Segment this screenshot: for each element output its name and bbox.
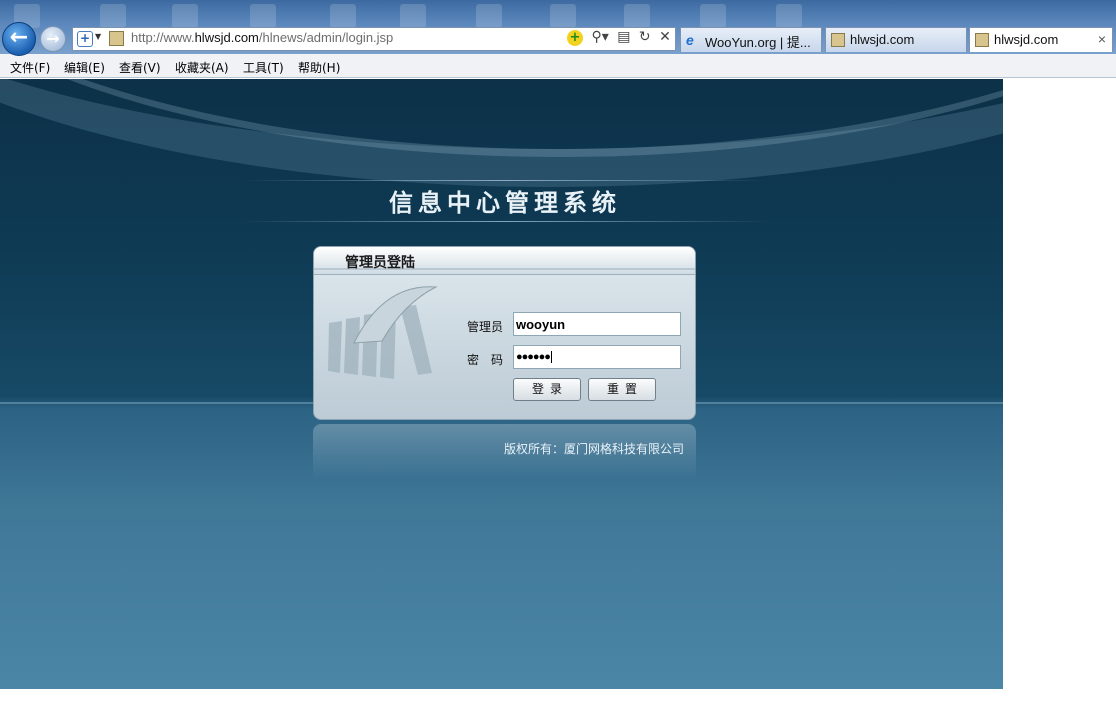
menu-favorites[interactable]: 收藏夹(A) bbox=[175, 59, 229, 76]
dropdown-arrow-icon[interactable]: ▼ bbox=[95, 32, 101, 41]
tab-label: hlwsjd.com bbox=[994, 32, 1059, 47]
back-button[interactable]: ← bbox=[2, 22, 36, 56]
username-input[interactable] bbox=[513, 312, 681, 336]
browser-toolbar: ← → + ▼ http://www.hlwsjd.com/hlnews/adm… bbox=[0, 0, 1116, 56]
taskbar-thumbnail bbox=[250, 4, 276, 28]
page-viewport: 信息中心管理系统 管理员登陆 管理员 密 码 ●●●●●● 登录 重置 版权所有… bbox=[0, 79, 1003, 689]
close-tab-icon[interactable]: × bbox=[1098, 31, 1106, 47]
reset-button[interactable]: 重置 bbox=[588, 378, 656, 401]
add-site-icon[interactable]: + bbox=[77, 31, 93, 47]
tab-hlwsjd-active[interactable]: hlwsjd.com × bbox=[969, 27, 1113, 52]
title-divider bbox=[240, 180, 770, 181]
taskbar-thumbnail bbox=[330, 4, 356, 28]
taskbar-thumbnail bbox=[400, 4, 426, 28]
password-label: 密 码 bbox=[467, 353, 504, 367]
taskbar-thumbnail bbox=[624, 4, 650, 28]
taskbar-thumbnail bbox=[700, 4, 726, 28]
stop-icon[interactable]: ✕ bbox=[659, 29, 671, 45]
image-icon bbox=[831, 33, 845, 47]
address-path: /hlnews/admin/login.jsp bbox=[258, 30, 394, 45]
address-url[interactable]: http://www.hlwsjd.com/hlnews/admin/login… bbox=[131, 30, 393, 45]
address-scheme: http://www. bbox=[131, 30, 195, 45]
forward-button[interactable]: → bbox=[40, 26, 66, 52]
tab-label: WooYun.org | 提... bbox=[705, 35, 811, 50]
arrow-right-icon: → bbox=[46, 29, 60, 48]
taskbar-thumbnail bbox=[476, 4, 502, 28]
username-label: 管理员 bbox=[467, 320, 504, 334]
password-input[interactable]: ●●●●●● bbox=[513, 345, 681, 369]
image-icon bbox=[975, 33, 989, 47]
page-icon[interactable]: ▤ bbox=[617, 29, 630, 45]
taskbar-thumbnail bbox=[172, 4, 198, 28]
arrow-left-icon: ← bbox=[9, 25, 29, 50]
search-icon[interactable]: ⚲▾ bbox=[591, 29, 608, 45]
address-actions: + ⚲▾ ▤ ↻ ✕ bbox=[567, 29, 675, 49]
login-button[interactable]: 登录 bbox=[513, 378, 581, 401]
refresh-icon[interactable]: ↻ bbox=[639, 29, 651, 45]
address-bar[interactable]: + ▼ http://www.hlwsjd.com/hlnews/admin/l… bbox=[72, 27, 676, 51]
taskbar-thumbnail bbox=[550, 4, 576, 28]
address-domain: hlwsjd.com bbox=[194, 30, 259, 45]
password-mask: ●●●●●● bbox=[516, 351, 551, 363]
page-title: 信息中心管理系统 bbox=[389, 189, 621, 217]
taskbar-thumbnail bbox=[776, 4, 802, 28]
menu-help[interactable]: 帮助(H) bbox=[298, 59, 340, 76]
menu-file[interactable]: 文件(F) bbox=[10, 59, 50, 76]
ie-icon: e bbox=[686, 32, 694, 48]
site-favicon-icon bbox=[109, 31, 124, 46]
tab-label: hlwsjd.com bbox=[850, 32, 915, 47]
login-header: 管理员登陆 bbox=[314, 247, 695, 275]
menu-bar: 文件(F) 编辑(E) 查看(V) 收藏夹(A) 工具(T) 帮助(H) bbox=[0, 54, 1116, 78]
menu-view[interactable]: 查看(V) bbox=[119, 59, 161, 76]
copyright-text: 版权所有：厦门网格科技有限公司 bbox=[503, 442, 684, 456]
tab-wooyun[interactable]: e WooYun.org | 提... bbox=[680, 27, 822, 52]
tab-hlwsjd[interactable]: hlwsjd.com bbox=[825, 27, 967, 52]
decorative-logo-icon bbox=[328, 286, 438, 379]
taskbar-thumbnail bbox=[100, 4, 126, 28]
login-heading: 管理员登陆 bbox=[345, 255, 415, 271]
title-divider bbox=[240, 221, 770, 222]
compatibility-view-icon[interactable]: + bbox=[567, 30, 583, 46]
menu-edit[interactable]: 编辑(E) bbox=[64, 59, 105, 76]
text-cursor bbox=[550, 351, 552, 363]
login-panel: 管理员登陆 管理员 密 码 ●●●●●● 登录 重置 bbox=[313, 246, 696, 420]
menu-tools[interactable]: 工具(T) bbox=[243, 59, 284, 76]
